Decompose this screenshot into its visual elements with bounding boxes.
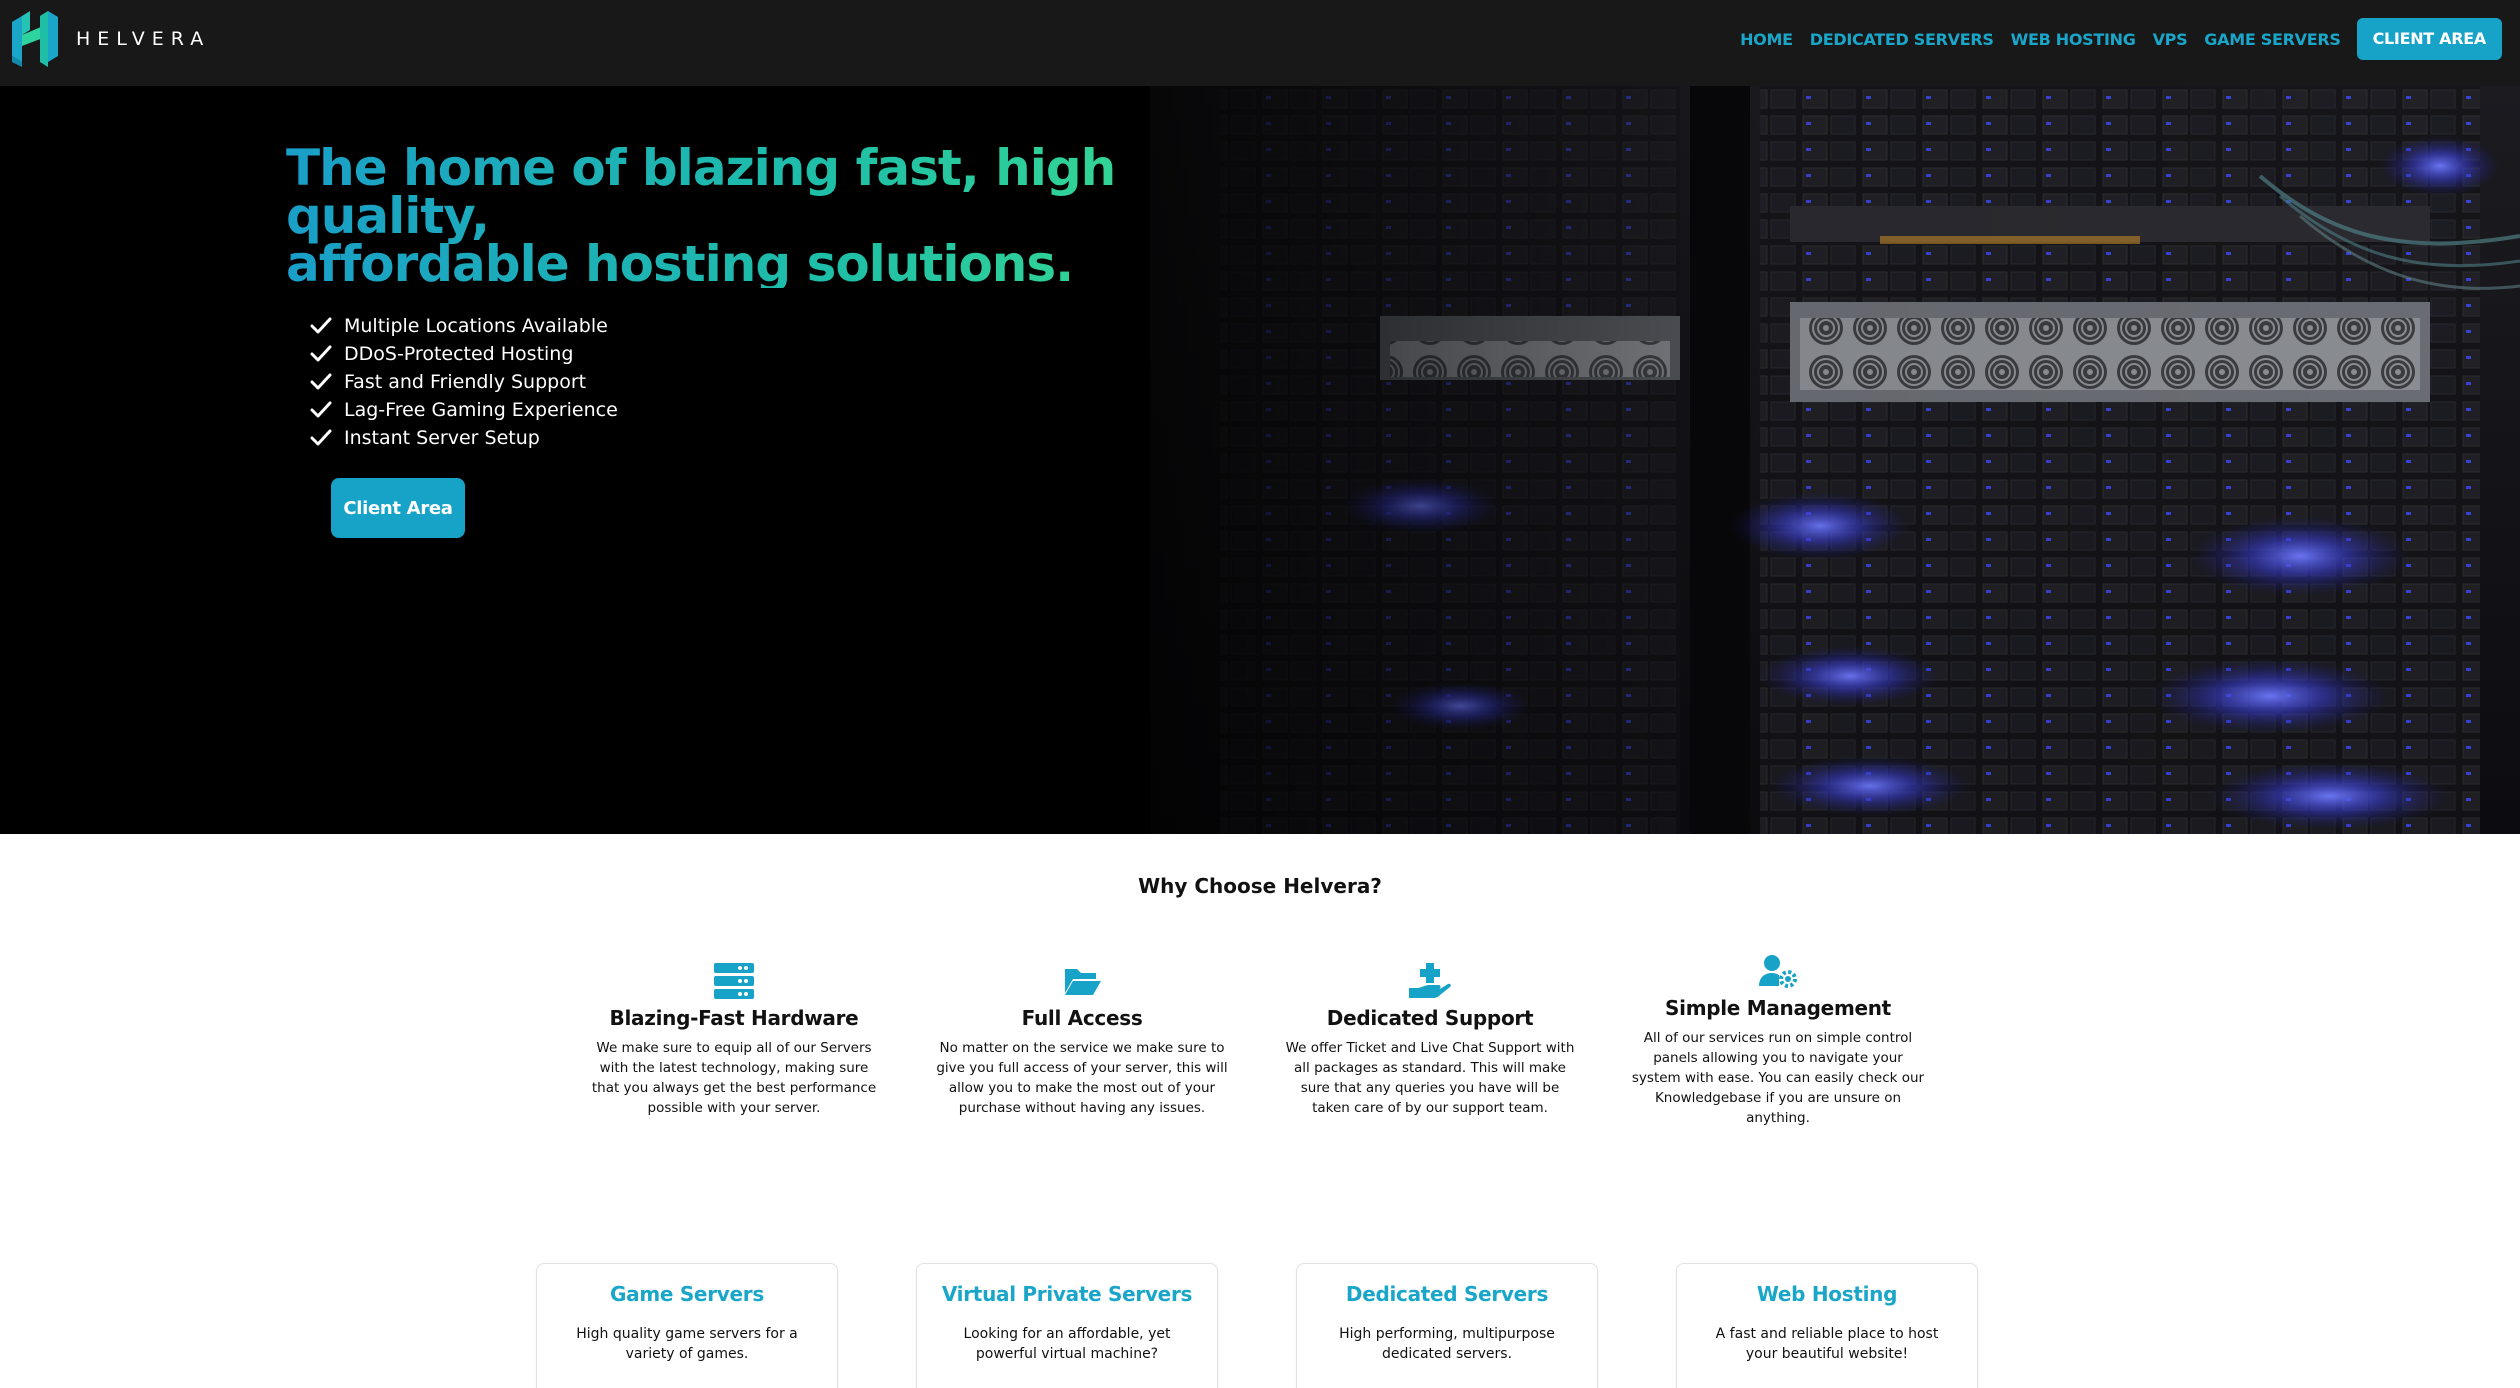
why-item-text: All of our services run on simple contro… — [1631, 1030, 1925, 1126]
hero-headline: The home of blazing fast, high quality, … — [286, 144, 1286, 288]
feature-item: Instant Server Setup — [310, 424, 618, 452]
service-card-vps[interactable]: Virtual Private Servers Looking for an a… — [916, 1263, 1218, 1388]
feature-item: Lag-Free Gaming Experience — [310, 396, 618, 424]
why-item-heading: Simple Management — [1665, 996, 1891, 1020]
service-card-web-hosting[interactable]: Web Hosting A fast and reliable place to… — [1676, 1263, 1978, 1388]
folder-open-icon — [1065, 969, 1101, 995]
checkmark-icon — [310, 345, 332, 362]
checkmark-icon — [310, 317, 332, 334]
why-item-heading: Full Access — [1021, 1006, 1143, 1030]
user-cog-icon — [1759, 955, 1797, 988]
hand-holding-medical-icon — [1409, 963, 1451, 998]
service-card-game-servers[interactable]: Game Servers High quality game servers f… — [536, 1263, 838, 1388]
checkmark-icon — [310, 401, 332, 418]
hero-headline-line2: affordable hosting solutions. — [286, 235, 1074, 293]
service-card-title[interactable]: Dedicated Servers — [1297, 1282, 1597, 1306]
feature-label: Fast and Friendly Support — [344, 371, 587, 393]
checkmark-icon — [310, 373, 332, 390]
why-item-management: Simple Management All of our services ru… — [1628, 954, 1928, 1128]
feature-label: Instant Server Setup — [344, 427, 540, 449]
feature-item: DDoS-Protected Hosting — [310, 340, 618, 368]
service-card-title[interactable]: Virtual Private Servers — [917, 1282, 1217, 1306]
why-item-text: No matter on the service we make sure to… — [936, 1040, 1228, 1116]
why-item-access: Full Access No matter on the service we … — [932, 962, 1232, 1118]
checkmark-icon — [310, 429, 332, 446]
nav-game-servers[interactable]: GAME SERVERS — [2204, 30, 2341, 49]
main-nav: HOME DEDICATED SERVERS WEB HOSTING VPS G… — [1723, 18, 2502, 60]
hero-feature-list: Multiple Locations Available DDoS-Protec… — [310, 312, 618, 452]
why-item-heading: Dedicated Support — [1326, 1006, 1534, 1030]
service-card-text: High quality game servers for a variety … — [576, 1326, 798, 1362]
hero-section: The home of blazing fast, high quality, … — [0, 86, 2520, 834]
client-area-hero-button[interactable]: Client Area — [331, 478, 465, 538]
brand-logo[interactable]: HELVERA — [8, 8, 210, 70]
nav-home[interactable]: HOME — [1740, 30, 1793, 49]
top-navbar: HELVERA HOME DEDICATED SERVERS WEB HOSTI… — [0, 0, 2520, 86]
feature-label: Lag-Free Gaming Experience — [344, 399, 618, 421]
service-card-title[interactable]: Game Servers — [537, 1282, 837, 1306]
why-item-text: We offer Ticket and Live Chat Support wi… — [1285, 1040, 1575, 1116]
why-item-hardware: Blazing-Fast Hardware We make sure to eq… — [584, 962, 884, 1118]
server-icon — [714, 963, 754, 999]
nav-dedicated-servers[interactable]: DEDICATED SERVERS — [1810, 30, 1994, 49]
why-item-text: We make sure to equip all of our Servers… — [591, 1040, 877, 1116]
feature-item: Multiple Locations Available — [310, 312, 618, 340]
service-card-text: High performing, multipurpose dedicated … — [1339, 1326, 1555, 1362]
feature-label: DDoS-Protected Hosting — [344, 343, 574, 365]
client-area-nav-button[interactable]: CLIENT AREA — [2356, 18, 2502, 60]
nav-web-hosting[interactable]: WEB HOSTING — [2011, 30, 2136, 49]
service-card-text: Looking for an affordable, yet powerful … — [963, 1326, 1171, 1362]
brand-name: HELVERA — [76, 28, 211, 50]
feature-label: Multiple Locations Available — [344, 315, 608, 337]
service-card-title[interactable]: Web Hosting — [1677, 1282, 1977, 1306]
why-choose-heading: Why Choose Helvera? — [1138, 874, 1382, 898]
service-card-dedicated-servers[interactable]: Dedicated Servers High performing, multi… — [1296, 1263, 1598, 1388]
why-item-heading: Blazing-Fast Hardware — [609, 1006, 859, 1030]
why-item-support: Dedicated Support We offer Ticket and Li… — [1280, 962, 1580, 1118]
feature-item: Fast and Friendly Support — [310, 368, 618, 396]
hero-headline-line1: The home of blazing fast, high quality, — [286, 139, 1116, 245]
helvera-logo-icon — [12, 11, 58, 67]
nav-vps[interactable]: VPS — [2153, 30, 2188, 49]
service-card-text: A fast and reliable place to host your b… — [1715, 1326, 1939, 1362]
